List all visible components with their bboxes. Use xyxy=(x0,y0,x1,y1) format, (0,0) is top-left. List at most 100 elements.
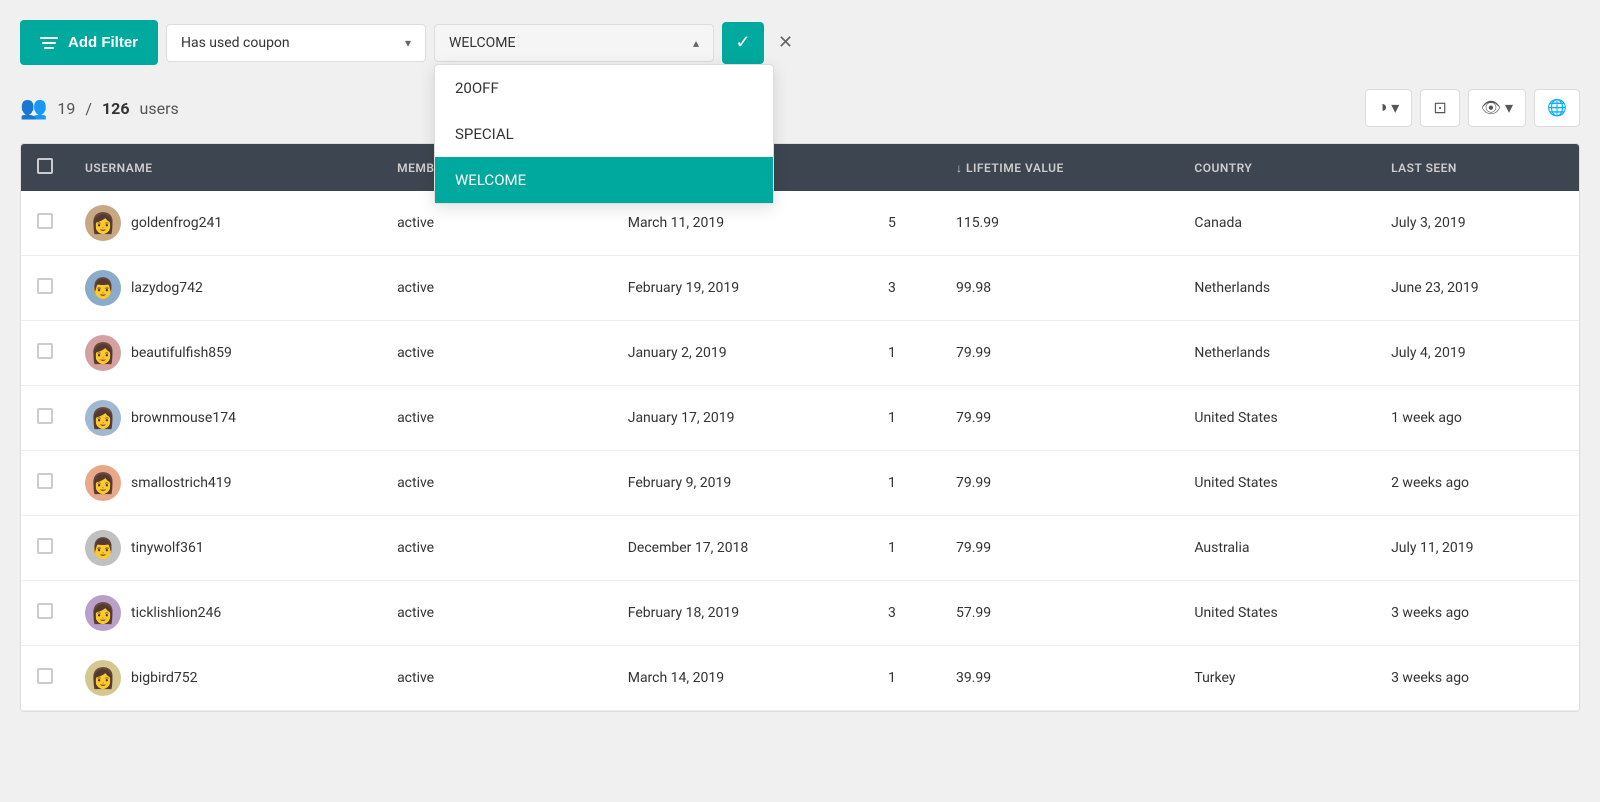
avatar-image: 👨 xyxy=(91,536,116,560)
transactions: 1 xyxy=(888,345,896,361)
table-row[interactable]: 👩 bigbird752 active March 14, 2019 1 39.… xyxy=(21,646,1579,711)
filter-bar: Add Filter Has used coupon ▾ WELCOME ▴ 2… xyxy=(20,20,1580,65)
row-checkbox-cell xyxy=(21,256,69,321)
row-checkbox[interactable] xyxy=(37,668,53,684)
table-row[interactable]: 👨 tinywolf361 active December 17, 2018 1… xyxy=(21,516,1579,581)
table-header-row: USERNAME MEMBER STATUS FIRST T... ↓ LIFE… xyxy=(21,144,1579,191)
avatar: 👩 xyxy=(85,465,121,501)
row-username-cell: 👩 brownmouse174 xyxy=(69,386,381,451)
country: Australia xyxy=(1194,540,1249,556)
avatar: 👨 xyxy=(85,270,121,306)
row-member-status-cell: active xyxy=(381,451,612,516)
row-lifetime-value-cell: 79.99 xyxy=(940,451,1178,516)
view-button[interactable]: 👁 ▾ xyxy=(1468,89,1526,127)
chart-arrow: ▾ xyxy=(1391,98,1399,118)
users-table-container: USERNAME MEMBER STATUS FIRST T... ↓ LIFE… xyxy=(20,143,1580,712)
close-icon: ✕ xyxy=(778,32,793,52)
first-transaction: January 2, 2019 xyxy=(628,345,727,361)
export-button[interactable]: ⊡ xyxy=(1420,89,1459,127)
row-checkbox-cell xyxy=(21,386,69,451)
coupon-option-special[interactable]: SPECIAL xyxy=(435,111,773,157)
row-checkbox[interactable] xyxy=(37,408,53,424)
select-all-checkbox[interactable] xyxy=(37,158,53,174)
table-row[interactable]: 👩 smallostrich419 active February 9, 201… xyxy=(21,451,1579,516)
globe-button[interactable]: 🌐 xyxy=(1534,89,1580,127)
row-country-cell: Australia xyxy=(1178,516,1375,581)
row-country-cell: Netherlands xyxy=(1178,256,1375,321)
table-row[interactable]: 👨 lazydog742 active February 19, 2019 3 … xyxy=(21,256,1579,321)
chart-icon: ◑ xyxy=(1378,99,1388,117)
users-total: 126 xyxy=(102,99,130,118)
chart-button[interactable]: ◑ ▾ xyxy=(1365,89,1413,127)
row-checkbox[interactable] xyxy=(37,278,53,294)
lifetime-value: 79.99 xyxy=(956,410,991,426)
row-first-transaction-cell: January 17, 2019 xyxy=(612,386,872,451)
row-lifetime-value-cell: 79.99 xyxy=(940,516,1178,581)
row-country-cell: Netherlands xyxy=(1178,321,1375,386)
last-seen: June 23, 2019 xyxy=(1391,280,1479,296)
row-username-cell: 👩 bigbird752 xyxy=(69,646,381,711)
eye-icon: 👁 xyxy=(1481,98,1501,118)
coupon-option-welcome[interactable]: WELCOME xyxy=(435,157,773,203)
avatar: 👩 xyxy=(85,595,121,631)
last-seen: July 3, 2019 xyxy=(1391,215,1466,231)
row-member-status-cell: active xyxy=(381,256,612,321)
row-transactions-cell: 3 xyxy=(872,256,940,321)
row-member-status-cell: active xyxy=(381,581,612,646)
users-count-row: 👥 19 / 126 users ◑ ▾ ⊡ 👁 ▾ 🌐 xyxy=(20,89,1580,127)
member-status: active xyxy=(397,215,434,231)
row-first-transaction-cell: December 17, 2018 xyxy=(612,516,872,581)
col-checkbox xyxy=(21,144,69,191)
member-status: active xyxy=(397,345,434,361)
table-row[interactable]: 👩 beautifulfish859 active January 2, 201… xyxy=(21,321,1579,386)
member-status: active xyxy=(397,540,434,556)
row-last-seen-cell: June 23, 2019 xyxy=(1375,256,1579,321)
member-status: active xyxy=(397,280,434,296)
row-transactions-cell: 1 xyxy=(872,646,940,711)
close-filter-button[interactable]: ✕ xyxy=(772,26,799,59)
row-username-cell: 👨 tinywolf361 xyxy=(69,516,381,581)
row-checkbox-cell xyxy=(21,451,69,516)
add-filter-label: Add Filter xyxy=(68,34,138,51)
confirm-filter-button[interactable]: ✓ xyxy=(722,22,764,64)
row-username-cell: 👨 lazydog742 xyxy=(69,256,381,321)
table-row[interactable]: 👩 brownmouse174 active January 17, 2019 … xyxy=(21,386,1579,451)
row-checkbox[interactable] xyxy=(37,603,53,619)
row-last-seen-cell: 2 weeks ago xyxy=(1375,451,1579,516)
row-member-status-cell: active xyxy=(381,516,612,581)
row-checkbox[interactable] xyxy=(37,538,53,554)
users-label: users xyxy=(140,99,179,118)
avatar-image: 👩 xyxy=(91,211,116,235)
add-filter-button[interactable]: Add Filter xyxy=(20,20,158,65)
row-username-cell: 👩 smallostrich419 xyxy=(69,451,381,516)
row-transactions-cell: 1 xyxy=(872,321,940,386)
avatar-image: 👩 xyxy=(91,341,116,365)
row-first-transaction-cell: January 2, 2019 xyxy=(612,321,872,386)
row-checkbox[interactable] xyxy=(37,343,53,359)
username: tinywolf361 xyxy=(131,540,204,556)
avatar-image: 👩 xyxy=(91,471,116,495)
globe-icon: 🌐 xyxy=(1547,98,1567,118)
row-checkbox[interactable] xyxy=(37,473,53,489)
first-transaction: February 9, 2019 xyxy=(628,475,732,491)
row-country-cell: United States xyxy=(1178,386,1375,451)
first-transaction: February 19, 2019 xyxy=(628,280,739,296)
row-username-cell: 👩 goldenfrog241 xyxy=(69,191,381,256)
row-last-seen-cell: 3 weeks ago xyxy=(1375,646,1579,711)
coupon-value-wrapper: WELCOME ▴ 20OFF SPECIAL WELCOME xyxy=(434,24,714,62)
transactions: 3 xyxy=(888,605,896,621)
coupon-option-20off[interactable]: 20OFF xyxy=(435,65,773,111)
table-row[interactable]: 👩 goldenfrog241 active March 11, 2019 5 … xyxy=(21,191,1579,256)
avatar: 👨 xyxy=(85,530,121,566)
view-arrow: ▾ xyxy=(1505,98,1513,118)
row-first-transaction-cell: February 18, 2019 xyxy=(612,581,872,646)
filter-field-dropdown[interactable]: Has used coupon ▾ xyxy=(166,24,426,62)
row-country-cell: Turkey xyxy=(1178,646,1375,711)
row-checkbox-cell xyxy=(21,581,69,646)
row-checkbox[interactable] xyxy=(37,213,53,229)
export-icon: ⊡ xyxy=(1433,98,1446,118)
row-first-transaction-cell: February 19, 2019 xyxy=(612,256,872,321)
table-row[interactable]: 👩 ticklishlion246 active February 18, 20… xyxy=(21,581,1579,646)
transactions: 1 xyxy=(888,410,896,426)
coupon-value-dropdown[interactable]: WELCOME ▴ xyxy=(434,24,714,62)
